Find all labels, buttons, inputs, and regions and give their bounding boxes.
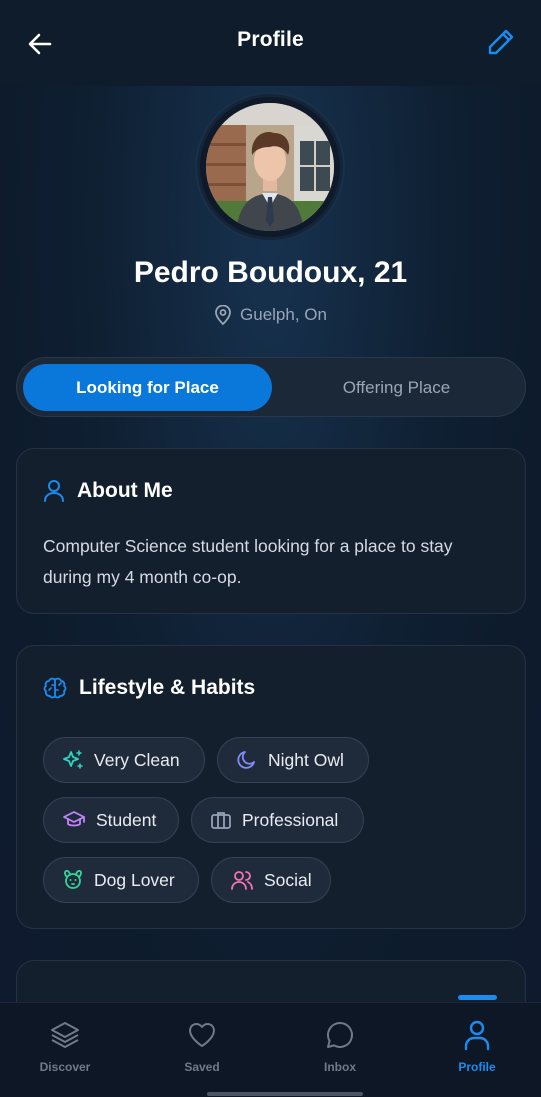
tag-label: Dog Lover	[94, 869, 175, 890]
map-pin-icon	[215, 305, 231, 325]
pencil-icon	[488, 29, 514, 55]
nav-label: Saved	[184, 1060, 220, 1074]
tag-professional: Professional	[191, 797, 364, 843]
brain-icon	[43, 677, 67, 699]
avatar[interactable]	[206, 103, 334, 231]
lifestyle-title: Lifestyle & Habits	[79, 676, 256, 699]
profile-location: Guelph, On	[0, 305, 541, 325]
lifestyle-heading: Lifestyle & Habits	[43, 676, 255, 700]
sparkles-icon	[63, 750, 83, 769]
chat-bubble-icon	[327, 1022, 353, 1048]
tag-label: Very Clean	[94, 749, 180, 770]
listing-mode-toggle: Looking for Place Offering Place	[16, 357, 526, 417]
profile-name: Pedro Boudoux, 21	[133, 256, 408, 289]
lifestyle-card: Lifestyle & Habits Very Clean Night Owl …	[16, 645, 526, 929]
nav-saved[interactable]: Saved	[157, 1019, 247, 1074]
location-text: Guelph, On	[240, 305, 327, 324]
looking-for-place-tab[interactable]: Looking for Place	[23, 364, 272, 411]
layers-icon	[51, 1022, 79, 1048]
nav-label: Inbox	[324, 1060, 356, 1074]
profile-photo	[206, 103, 334, 231]
about-me-text: Computer Science student looking for a p…	[43, 536, 453, 587]
page-title: Profile	[237, 28, 304, 51]
about-me-heading: About Me	[43, 479, 173, 503]
graduation-cap-icon	[63, 811, 85, 827]
user-icon	[464, 1020, 490, 1051]
edit-profile-button[interactable]	[485, 26, 517, 58]
nav-discover[interactable]: Discover	[20, 1019, 110, 1074]
tag-night-owl: Night Owl	[217, 737, 369, 783]
active-tab-indicator	[458, 995, 497, 1000]
nav-inbox[interactable]: Inbox	[295, 1019, 385, 1074]
home-indicator	[207, 1092, 363, 1096]
briefcase-icon	[211, 812, 231, 829]
tag-label: Night Owl	[268, 749, 344, 770]
about-me-card: About Me Computer Science student lookin…	[16, 448, 526, 614]
tag-label: Student	[96, 809, 157, 830]
tag-label: Professional	[242, 809, 339, 830]
top-app-bar: Profile	[0, 0, 541, 86]
users-icon	[231, 871, 253, 890]
heart-icon	[188, 1022, 216, 1047]
avatar-frame	[197, 94, 343, 240]
tag-very-clean: Very Clean	[43, 737, 205, 783]
nav-label: Profile	[458, 1060, 496, 1074]
offering-place-tab[interactable]: Offering Place	[272, 364, 521, 411]
nav-label: Discover	[39, 1060, 91, 1074]
tag-dog-lover: Dog Lover	[43, 857, 199, 903]
tag-social: Social	[211, 857, 331, 903]
bottom-navigation: Discover Saved Inbox Profile	[0, 1002, 541, 1097]
tag-student: Student	[43, 797, 179, 843]
tag-label: Social	[264, 869, 312, 890]
nav-profile[interactable]: Profile	[432, 1019, 522, 1074]
user-icon	[44, 480, 64, 502]
about-me-title: About Me	[77, 479, 173, 502]
moon-icon	[237, 751, 255, 769]
dog-icon	[64, 869, 82, 889]
